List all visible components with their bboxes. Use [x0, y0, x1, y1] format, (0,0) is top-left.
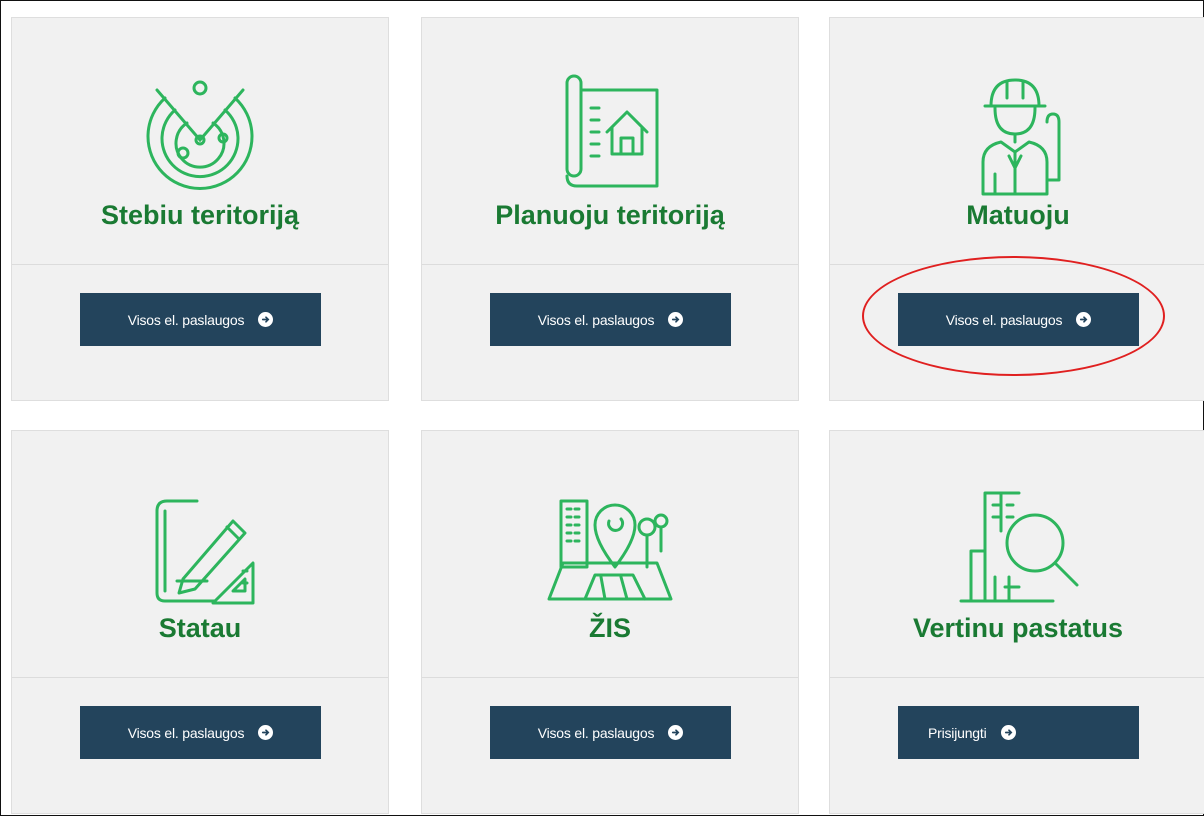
card-header: ŽIS	[422, 431, 798, 677]
card-title: Vertinu pastatus	[912, 613, 1124, 643]
arrow-right-circle-icon	[258, 312, 274, 327]
all-services-button[interactable]: Visos el. paslaugos	[80, 706, 321, 759]
all-services-button[interactable]: Visos el. paslaugos	[490, 293, 731, 346]
service-card-planuoju: Planuoju teritoriją Visos el. paslaugos	[421, 17, 799, 401]
button-label: Prisijungti	[928, 724, 987, 741]
arrow-right-circle-icon	[668, 312, 684, 327]
button-label: Visos el. paslaugos	[537, 724, 655, 741]
map-pin-city-icon	[545, 481, 675, 611]
card-header: Vertinu pastatus	[830, 431, 1204, 677]
card-title: Planuoju teritoriją	[495, 200, 725, 230]
surveyor-worker-icon	[953, 68, 1083, 198]
all-services-button[interactable]: Visos el. paslaugos	[898, 293, 1139, 346]
building-magnifier-icon	[953, 481, 1083, 611]
card-title: Statau	[158, 613, 242, 643]
card-header: Statau	[12, 431, 388, 677]
service-card-zis: ŽIS Visos el. paslaugos	[421, 430, 799, 814]
arrow-right-circle-icon	[668, 725, 684, 740]
button-label: Visos el. paslaugos	[127, 311, 245, 328]
arrow-right-circle-icon	[1000, 725, 1016, 740]
button-label: Visos el. paslaugos	[127, 724, 245, 741]
button-label: Visos el. paslaugos	[537, 311, 655, 328]
service-card-stebiu: Stebiu teritoriją Visos el. paslaugos	[11, 17, 389, 401]
blueprint-house-icon	[545, 68, 675, 198]
button-label: Visos el. paslaugos	[945, 311, 1063, 328]
service-card-statau: Statau Visos el. paslaugos	[11, 430, 389, 814]
all-services-button[interactable]: Visos el. paslaugos	[490, 706, 731, 759]
login-button[interactable]: Prisijungti	[898, 706, 1139, 759]
service-card-vertinu: Vertinu pastatus Prisijungti	[829, 430, 1204, 814]
card-title: Matuoju	[966, 200, 1070, 230]
card-divider	[830, 264, 1204, 265]
card-divider	[12, 264, 388, 265]
radar-icon	[135, 68, 265, 198]
service-card-matuoju: Matuoju Visos el. paslaugos	[829, 17, 1204, 401]
card-divider	[12, 677, 388, 678]
card-header: Matuoju	[830, 18, 1204, 264]
all-services-button[interactable]: Visos el. paslaugos	[80, 293, 321, 346]
card-title: Stebiu teritoriją	[100, 200, 300, 230]
drafting-pencil-icon	[135, 481, 265, 611]
card-title: ŽIS	[588, 613, 631, 643]
card-divider	[422, 264, 798, 265]
card-header: Planuoju teritoriją	[422, 18, 798, 264]
card-header: Stebiu teritoriją	[12, 18, 388, 264]
card-divider	[422, 677, 798, 678]
arrow-right-circle-icon	[258, 725, 274, 740]
card-divider	[830, 677, 1204, 678]
arrow-right-circle-icon	[1076, 312, 1092, 327]
